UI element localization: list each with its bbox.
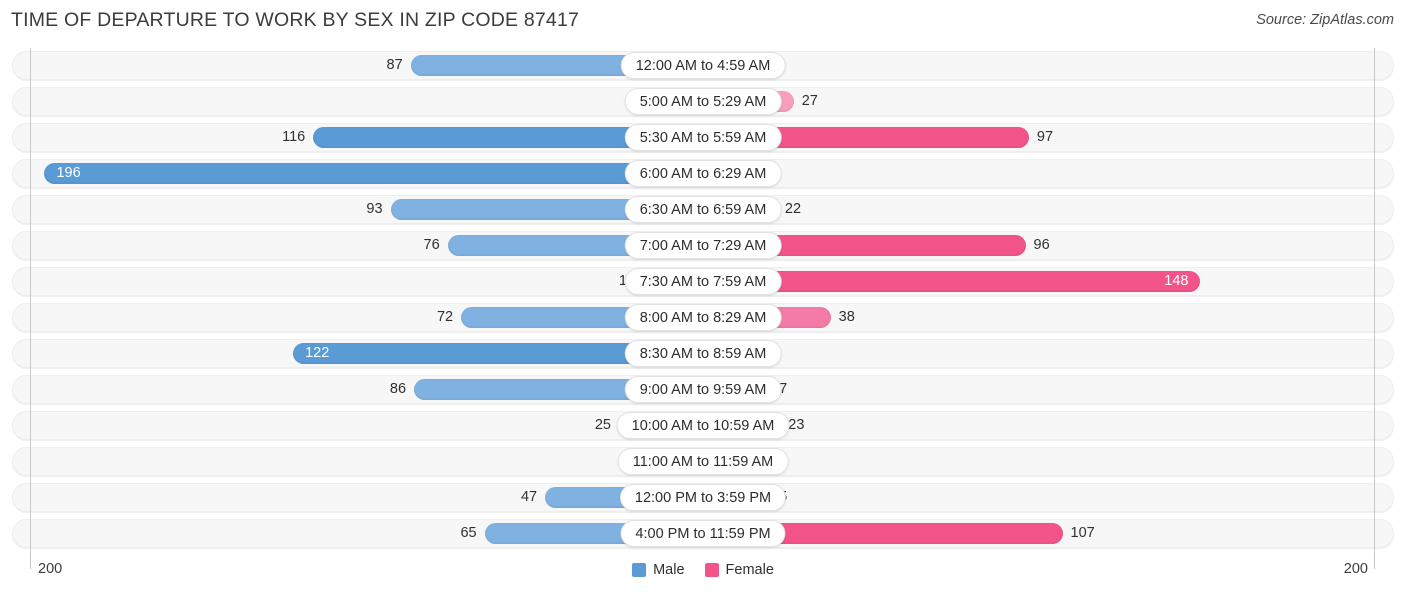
chart-row: 25 23 10:00 AM to 10:59 AM [0, 408, 1406, 444]
value-label-male: 86 [389, 381, 407, 397]
value-label-male: 76 [423, 237, 440, 253]
chart-row: 76 96 7:00 AM to 7:29 AM [0, 228, 1406, 264]
chart-row: 72 38 8:00 AM to 8:29 AM [0, 300, 1406, 336]
category-label: 12:00 AM to 4:59 AM [620, 52, 786, 79]
value-label-female: 107 [1070, 525, 1095, 541]
chart-footer: 200 200 Male Female [0, 553, 1406, 594]
value-label-female: 96 [1033, 237, 1050, 253]
chart-row: 19606:00 AM to 6:29 AM [0, 156, 1406, 192]
chart-row: 65 107 4:00 PM to 11:59 PM [0, 516, 1406, 552]
chart-page: TIME OF DEPARTURE TO WORK BY SEX IN ZIP … [0, 0, 1406, 594]
category-label: 6:00 AM to 6:29 AM [624, 160, 782, 187]
chart-row: 116 97 5:30 AM to 5:59 AM [0, 120, 1406, 156]
value-label-female: 38 [838, 309, 855, 325]
bar-male[interactable] [44, 163, 703, 184]
axis-line-right [1374, 48, 1375, 553]
value-label-female: 97 [1036, 129, 1054, 145]
category-label: 5:00 AM to 5:29 AM [624, 88, 782, 115]
value-label-male: 25 [594, 417, 611, 433]
chart-row: 86179:00 AM to 9:59 AM [0, 372, 1406, 408]
value-label-female: 23 [788, 417, 805, 433]
value-label-male: 87 [386, 57, 403, 73]
legend-label: Female [725, 562, 774, 578]
category-label: 12:00 PM to 3:59 PM [619, 484, 787, 511]
legend-item-male[interactable]: Male [632, 562, 685, 578]
value-label-female: 22 [784, 201, 802, 217]
value-label-male: 93 [366, 201, 383, 217]
chart-row: 93 22 6:30 AM to 6:59 AM [0, 192, 1406, 228]
chart-legend: Male Female [0, 562, 1406, 578]
value-label-female: 27 [801, 93, 818, 109]
legend-swatch-icon [704, 563, 719, 577]
page-title: TIME OF DEPARTURE TO WORK BY SEX IN ZIP … [11, 9, 580, 31]
category-label: 8:30 AM to 8:59 AM [624, 340, 782, 367]
chart-row: 12208:30 AM to 8:59 AM [0, 336, 1406, 372]
legend-label: Male [653, 562, 685, 578]
chart-row: 87012:00 AM to 4:59 AM [0, 48, 1406, 84]
diverging-bar-chart: 87012:00 AM to 4:59 AM0275:00 AM to 5:29… [0, 48, 1406, 553]
value-label-male-inside: 196 [56, 165, 81, 181]
category-label: 5:30 AM to 5:59 AM [624, 124, 782, 151]
chart-rows: 87012:00 AM to 4:59 AM0275:00 AM to 5:29… [0, 48, 1406, 552]
legend-swatch-icon [632, 563, 647, 577]
category-label: 9:00 AM to 9:59 AM [624, 376, 782, 403]
category-label: 7:30 AM to 7:59 AM [624, 268, 782, 295]
category-label: 8:00 AM to 8:29 AM [624, 304, 782, 331]
category-label: 7:00 AM to 7:29 AM [624, 232, 782, 259]
axis-line-left [30, 48, 31, 553]
source-attribution: Source: ZipAtlas.com [1256, 12, 1394, 28]
chart-row: 471512:00 PM to 3:59 PM [0, 480, 1406, 516]
value-label-female-inside: 148 [1164, 273, 1189, 289]
value-label-male: 72 [436, 309, 454, 325]
chart-header: TIME OF DEPARTURE TO WORK BY SEX IN ZIP … [0, 0, 1406, 40]
value-label-male: 47 [520, 489, 538, 505]
value-label-male-inside: 122 [305, 345, 330, 361]
value-label-male: 116 [282, 129, 306, 145]
value-label-male: 65 [460, 525, 477, 541]
category-label: 4:00 PM to 11:59 PM [620, 520, 786, 547]
chart-row: 101487:30 AM to 7:59 AM [0, 264, 1406, 300]
category-label: 10:00 AM to 10:59 AM [616, 412, 790, 439]
category-label: 11:00 AM to 11:59 AM [617, 448, 789, 475]
legend-item-female[interactable]: Female [704, 562, 774, 578]
chart-row: 0011:00 AM to 11:59 AM [0, 444, 1406, 480]
chart-row: 0275:00 AM to 5:29 AM [0, 84, 1406, 120]
category-label: 6:30 AM to 6:59 AM [624, 196, 782, 223]
